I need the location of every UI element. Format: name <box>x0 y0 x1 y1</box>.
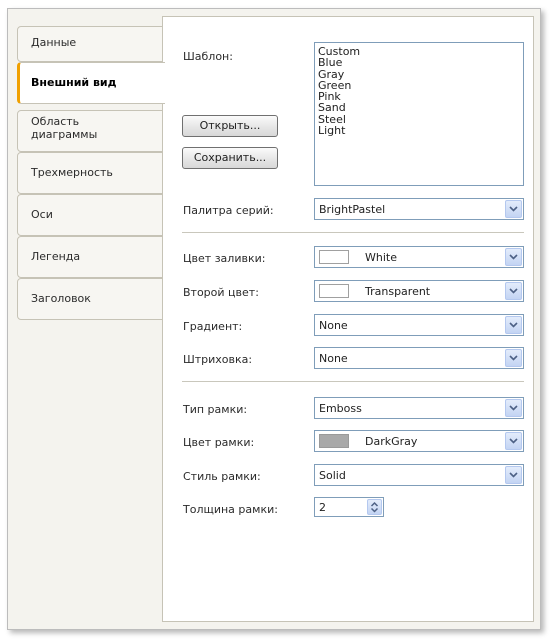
combo-value: None <box>319 352 348 365</box>
tab-chart-area[interactable]: Область диаграммы <box>17 110 163 152</box>
chevron-down-icon[interactable] <box>505 316 522 334</box>
open-button[interactable]: Открыть... <box>182 115 278 137</box>
chevron-down-icon[interactable] <box>505 399 522 417</box>
tab-legend[interactable]: Легенда <box>17 236 163 278</box>
hatching-combo[interactable]: None <box>314 347 524 369</box>
chevron-down-icon[interactable] <box>505 349 522 367</box>
tab-label: Данные <box>31 36 77 49</box>
gradient-combo[interactable]: None <box>314 314 524 336</box>
second-color-label: Второй цвет: <box>183 286 259 299</box>
chevron-down-icon[interactable] <box>505 200 522 218</box>
tab-axes[interactable]: Оси <box>17 194 163 236</box>
color-swatch <box>319 434 349 448</box>
list-item[interactable]: Blue <box>318 57 523 69</box>
divider <box>182 381 524 382</box>
combo-value: Transparent <box>365 285 431 298</box>
hatching-label: Штриховка: <box>183 353 253 366</box>
up-down-arrows-icon[interactable] <box>367 499 382 515</box>
tab-title[interactable]: Заголовок <box>17 278 163 320</box>
tab-label: Область диаграммы <box>31 115 98 141</box>
tab-label: Заголовок <box>31 292 91 305</box>
tab-data[interactable]: Данные <box>17 26 163 62</box>
tab-3d[interactable]: Трехмерность <box>17 152 163 194</box>
combo-value: White <box>365 251 397 264</box>
list-item[interactable]: Light <box>318 125 523 137</box>
template-listbox[interactable]: Custom Blue Gray Green Pink Sand Steel L… <box>314 42 524 186</box>
chevron-down-icon[interactable] <box>505 432 522 450</box>
chevron-down-icon[interactable] <box>505 466 522 484</box>
stepper-value[interactable]: 2 <box>319 501 326 514</box>
combo-value: Solid <box>319 469 346 482</box>
tab-label: Оси <box>31 208 53 221</box>
border-width-label: Толщина рамки: <box>183 503 278 516</box>
tab-appearance[interactable]: Внешний вид <box>17 62 165 104</box>
color-swatch <box>319 284 349 298</box>
fill-color-combo[interactable]: White <box>314 246 524 268</box>
tab-label: Легенда <box>31 250 81 263</box>
palette-combo[interactable]: BrightPastel <box>314 198 524 220</box>
border-style-label: Стиль рамки: <box>183 470 261 483</box>
gradient-label: Градиент: <box>183 320 243 333</box>
border-color-combo[interactable]: DarkGray <box>314 430 524 452</box>
border-width-stepper[interactable]: 2 <box>314 497 384 517</box>
combo-value: None <box>319 319 348 332</box>
template-label: Шаблон: <box>183 50 233 63</box>
color-swatch <box>319 250 349 264</box>
combo-value: Emboss <box>319 402 362 415</box>
divider <box>182 232 524 233</box>
list-item[interactable]: Custom <box>318 46 523 58</box>
list-item[interactable]: Pink <box>318 91 523 103</box>
list-item[interactable]: Sand <box>318 102 523 114</box>
border-type-label: Тип рамки: <box>183 403 248 416</box>
list-item[interactable]: Steel <box>318 113 523 125</box>
palette-label: Палитра серий: <box>183 204 274 217</box>
combo-value: DarkGray <box>365 435 418 448</box>
border-color-label: Цвет рамки: <box>183 436 255 449</box>
combo-value: BrightPastel <box>319 203 386 216</box>
save-button[interactable]: Сохранить... <box>182 147 278 169</box>
tab-label: Внешний вид <box>31 76 117 89</box>
fill-color-label: Цвет заливки: <box>183 252 266 265</box>
list-item[interactable]: Green <box>318 80 523 92</box>
second-color-combo[interactable]: Transparent <box>314 280 524 302</box>
tab-label: Трехмерность <box>31 166 113 179</box>
chevron-down-icon[interactable] <box>505 248 522 266</box>
chevron-down-icon[interactable] <box>505 282 522 300</box>
border-type-combo[interactable]: Emboss <box>314 397 524 419</box>
border-style-combo[interactable]: Solid <box>314 464 524 486</box>
